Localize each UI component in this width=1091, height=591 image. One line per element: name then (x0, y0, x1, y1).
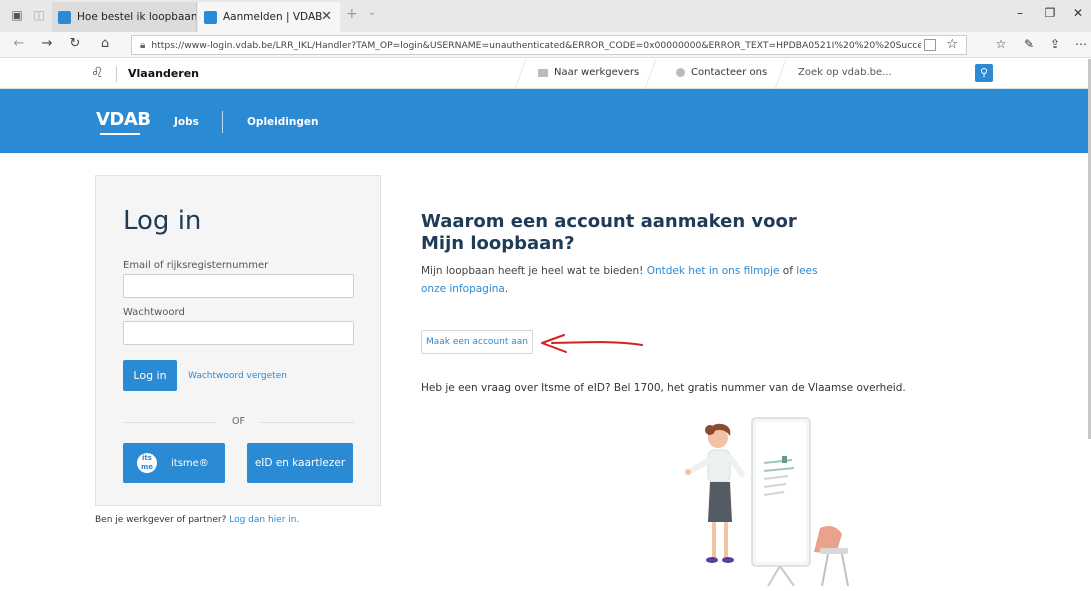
star-icon[interactable]: ☆ (946, 37, 958, 52)
info-title: Waarom een account aanmaken voor Mijn lo… (421, 211, 797, 254)
tab-actions-icon[interactable]: ▣ (10, 8, 24, 22)
nav-opleidingen[interactable]: Opleidingen (247, 116, 318, 128)
info-text-pre: Mijn loopbaan heeft je heel wat te biede… (421, 265, 647, 277)
contact-link[interactable]: Contacteer ons (676, 67, 767, 78)
password-field[interactable] (123, 321, 354, 345)
itsme-logo-bottom: me (140, 463, 154, 471)
werkgevers-link[interactable]: Naar werkgevers (538, 67, 639, 78)
tab-aanmelden[interactable]: Aanmelden | VDAB ✕ (198, 2, 340, 32)
info-text: Mijn loopbaan heeft je heel wat te biede… (421, 262, 841, 298)
vdab-favicon-icon (58, 10, 71, 24)
create-account-button[interactable]: Maak een account aan (421, 330, 533, 354)
link-label: Naar werkgevers (554, 67, 640, 78)
login-title: Log in (123, 206, 202, 236)
divider (514, 59, 527, 89)
close-window-icon[interactable]: ✕ (1068, 6, 1088, 20)
or-separator: OF (232, 416, 245, 427)
close-tab-icon[interactable]: ✕ (321, 9, 332, 24)
back-icon[interactable]: ← (10, 36, 28, 51)
info-text-post: . (504, 283, 509, 295)
logo-underline (100, 133, 140, 135)
browser-tab-bar: ▣ ◫ Hoe bestel ik loopbaanchec Aanmelden… (0, 0, 1091, 32)
itsme-button[interactable]: its me itsme® (123, 443, 225, 483)
forward-icon[interactable]: → (38, 36, 56, 51)
lock-icon: 🔒︎ (140, 39, 146, 51)
reading-view-icon[interactable] (924, 39, 936, 51)
pen-icon[interactable]: ✎ (1020, 37, 1038, 51)
divider (123, 422, 216, 423)
tab-loopbaancheque[interactable]: Hoe bestel ik loopbaanchec (52, 2, 197, 32)
vdab-header: VDAB Jobs Opleidingen (0, 89, 1091, 153)
url-text: https://www-login.vdab.be/LRR_IKL/Handle… (151, 39, 922, 51)
vdab-logo[interactable]: VDAB (96, 109, 151, 130)
nav-divider (222, 111, 223, 133)
video-link[interactable]: Ontdek het in ons filmpje (647, 265, 780, 277)
email-field[interactable] (123, 274, 354, 298)
more-icon[interactable]: ⋯ (1072, 37, 1090, 51)
eid-button[interactable]: eID en kaartlezer (247, 443, 353, 483)
info-text-mid: of (779, 265, 797, 277)
vlaanderen-bar: ♌︎ Vlaanderen Naar werkgevers Contacteer… (0, 59, 1091, 89)
nav-jobs[interactable]: Jobs (174, 116, 199, 128)
divider (644, 59, 657, 89)
maximize-icon[interactable]: ❐ (1040, 6, 1060, 20)
set-aside-tabs-icon[interactable]: ◫ (32, 8, 46, 22)
chat-icon (676, 68, 685, 77)
url-field[interactable]: 🔒︎ https://www-login.vdab.be/LRR_IKL/Han… (131, 35, 967, 55)
forgot-password-link[interactable]: Wachtwoord vergeten (188, 371, 287, 381)
login-card: Log in Email of rijksregisternummer Wach… (95, 175, 381, 506)
chevron-down-icon[interactable]: ⌄ (368, 7, 376, 18)
itsme-logo-icon: its me (137, 453, 157, 473)
share-icon[interactable]: ⇪ (1046, 37, 1064, 51)
email-label: Email of rijksregisternummer (123, 260, 269, 271)
partner-login-text: Ben je werkgever of partner? Log dan hie… (95, 515, 299, 525)
woman-whiteboard-illustration (685, 417, 849, 587)
search-button[interactable]: ⚲ (975, 64, 993, 82)
tab-title: Hoe bestel ik loopbaanchec (77, 11, 196, 23)
lion-logo-icon: ♌︎ (91, 65, 104, 81)
favorites-icon[interactable]: ☆ (992, 37, 1010, 51)
vlaanderen-brand[interactable]: Vlaanderen (128, 67, 199, 80)
new-tab-icon[interactable]: + (346, 6, 358, 22)
link-label: Contacteer ons (691, 67, 768, 78)
tab-title: Aanmelden | VDAB (223, 11, 323, 23)
red-arrow-annotation (541, 334, 643, 353)
divider (261, 422, 354, 423)
minimize-icon[interactable]: – (1010, 6, 1030, 20)
home-icon[interactable]: ⌂ (96, 36, 114, 51)
search-icon: ⚲ (979, 66, 989, 79)
site-search-input[interactable]: Zoek op vdab.be... (798, 67, 892, 78)
partner-text: Ben je werkgever of partner? (95, 515, 227, 525)
refresh-icon[interactable]: ↻ (66, 36, 84, 51)
itsme-label: itsme® (171, 457, 209, 469)
password-label: Wachtwoord (123, 307, 185, 318)
divider (116, 66, 117, 82)
divider (774, 59, 787, 89)
itsme-logo-top: its (142, 454, 152, 462)
help-text: Heb je een vraag over Itsme of eID? Bel … (421, 382, 906, 394)
briefcase-icon (538, 68, 548, 77)
vdab-favicon-icon (204, 10, 217, 24)
login-button[interactable]: Log in (123, 360, 177, 391)
address-bar-row: ← → ↻ ⌂ 🔒︎ https://www-login.vdab.be/LRR… (0, 32, 1091, 58)
partner-login-link[interactable]: Log dan hier in. (229, 515, 299, 525)
